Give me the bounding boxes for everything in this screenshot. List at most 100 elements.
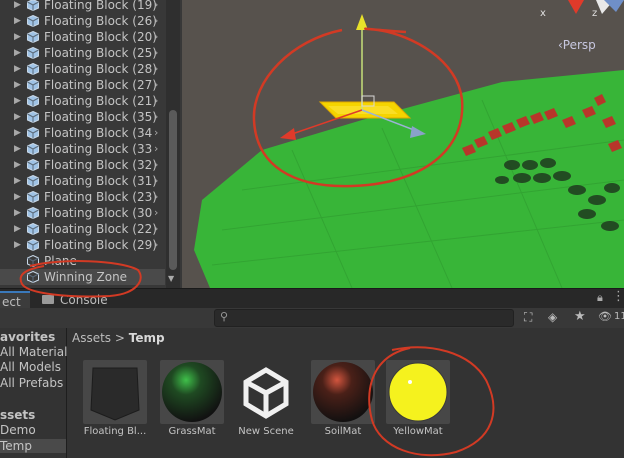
expand-arrow-icon[interactable]: ▶ — [14, 61, 24, 77]
hidden-packages-icon[interactable]: 👁︎ — [598, 310, 612, 323]
favorite-star-icon[interactable]: ★ — [574, 309, 586, 324]
expand-arrow-icon[interactable]: ▶ — [14, 77, 24, 93]
search-input[interactable]: ⚲ — [214, 309, 514, 327]
prefab-open-icon[interactable]: › — [154, 173, 158, 189]
hierarchy-item[interactable]: ▶ Floating Block (31) › — [0, 173, 165, 189]
favorite-all-models[interactable]: All Models — [0, 360, 61, 374]
gameobject-cube-icon — [27, 207, 39, 219]
hierarchy-item[interactable]: ▶ Floating Block (29) › — [0, 237, 165, 253]
gameobject-cube-icon — [27, 111, 39, 123]
expand-arrow-icon[interactable]: ▶ — [14, 205, 24, 221]
favorite-all-prefabs[interactable]: All Prefabs — [0, 376, 63, 390]
search-by-label-icon[interactable]: ◈ — [548, 310, 557, 324]
unity-scene-icon[interactable] — [234, 360, 298, 424]
gameobject-cube-icon — [27, 15, 39, 27]
prefab-open-icon[interactable]: › — [154, 77, 158, 93]
hierarchy-item[interactable]: ▶ Floating Block (27) › — [0, 77, 165, 93]
gameobject-cube-icon — [27, 127, 39, 139]
prefab-open-icon[interactable]: › — [154, 109, 158, 125]
folder-temp[interactable]: Temp — [0, 439, 66, 453]
hierarchy-item[interactable]: ▶ Floating Block (22) › — [0, 221, 165, 237]
hierarchy-item[interactable]: Winning Zone — [0, 269, 165, 285]
breadcrumb-current[interactable]: Temp — [129, 331, 165, 345]
search-icon: ⚲ — [220, 310, 229, 323]
hierarchy-item[interactable]: ▶ Floating Block (26) › — [0, 13, 165, 29]
prefab-open-icon[interactable]: › — [154, 13, 158, 29]
prefab-open-icon[interactable]: › — [154, 157, 158, 173]
hierarchy-item[interactable]: Plane — [0, 253, 165, 269]
hierarchy-item-label: Floating Block (35) — [44, 110, 157, 124]
expand-arrow-icon[interactable]: ▶ — [14, 13, 24, 29]
soil-material-icon[interactable] — [311, 360, 375, 424]
hierarchy-item[interactable]: ▶ Floating Block (19) › — [0, 0, 165, 13]
asset-label-yellowmat: YellowMat — [393, 426, 443, 437]
expand-arrow-icon[interactable]: ▶ — [14, 125, 24, 141]
hierarchy-item[interactable]: ▶ Floating Block (33 › — [0, 141, 165, 157]
breadcrumb-root[interactable]: Assets — [72, 331, 111, 345]
prefab-open-icon[interactable]: › — [154, 125, 158, 141]
hierarchy-item[interactable]: ▶ Floating Block (21) › — [0, 93, 165, 109]
assets-header[interactable]: ssets — [0, 408, 35, 422]
expand-arrow-icon[interactable]: ▶ — [14, 221, 24, 237]
tab-console[interactable]: Console — [36, 291, 130, 309]
folder-demo[interactable]: Demo — [0, 423, 36, 437]
prefab-open-icon[interactable]: › — [154, 189, 158, 205]
project-folder-tree: avorites All Materials All Models All Pr… — [0, 328, 74, 458]
hierarchy-item[interactable]: ▶ Floating Block (32) › — [0, 157, 165, 173]
expand-arrow-icon[interactable]: ▶ — [14, 0, 24, 13]
prefab-open-icon[interactable]: › — [154, 45, 158, 61]
scroll-down-arrow-icon[interactable]: ▼ — [168, 274, 174, 283]
hierarchy-item[interactable]: ▶ Floating Block (34 › — [0, 125, 165, 141]
prefab-open-icon[interactable]: › — [154, 205, 158, 221]
search-by-type-icon[interactable]: ⛶ — [524, 310, 532, 325]
favorite-all-materials[interactable]: All Materials — [0, 345, 74, 359]
axis-x-label: x — [540, 8, 546, 19]
favorites-header[interactable]: avorites — [0, 330, 55, 344]
expand-arrow-icon[interactable]: ▶ — [14, 141, 24, 157]
hierarchy-item-label: Winning Zone — [44, 270, 128, 284]
hierarchy-item[interactable]: ▶ Floating Block (23) › — [0, 189, 165, 205]
hierarchy-item-label: Floating Block (27) — [44, 78, 157, 92]
prefab-open-icon[interactable]: › — [154, 29, 158, 45]
expand-arrow-icon[interactable]: ▶ — [14, 29, 24, 45]
prefab-open-icon[interactable]: › — [154, 221, 158, 237]
prefab-open-icon[interactable]: › — [154, 141, 158, 157]
hierarchy-scrollbar-thumb[interactable] — [169, 110, 177, 270]
hierarchy-item-label: Floating Block (33 — [44, 142, 153, 156]
lock-icon[interactable]: 🔒︎ — [597, 291, 603, 305]
hierarchy-item[interactable]: ▶ Floating Block (30 › — [0, 205, 165, 221]
hierarchy-item-label: Floating Block (29) — [44, 238, 157, 252]
hierarchy-item[interactable]: ▶ Floating Block (35) › — [0, 109, 165, 125]
expand-arrow-icon[interactable]: ▶ — [14, 157, 24, 173]
gameobject-cube-icon — [27, 223, 39, 235]
hierarchy-item-label: Floating Block (26) — [44, 14, 157, 28]
axis-z-label: z — [592, 8, 597, 19]
more-options-icon[interactable]: ⋮ — [612, 289, 624, 304]
expand-arrow-icon[interactable]: ▶ — [14, 109, 24, 125]
breadcrumb: Assets > Temp — [72, 331, 165, 345]
perspective-toggle[interactable]: ‹Persp — [558, 38, 596, 52]
grass-material-icon[interactable] — [160, 360, 224, 424]
expand-arrow-icon[interactable]: ▶ — [14, 237, 24, 253]
gameobject-cube-icon — [27, 143, 39, 155]
hierarchy-item[interactable]: ▶ Floating Block (25) › — [0, 45, 165, 61]
hierarchy-item-label: Floating Block (23) — [44, 190, 157, 204]
expand-arrow-icon[interactable]: ▶ — [14, 189, 24, 205]
expand-arrow-icon[interactable]: ▶ — [14, 173, 24, 189]
prefab-open-icon[interactable]: › — [154, 93, 158, 109]
hierarchy-item-label: Plane — [44, 254, 77, 268]
prefab-open-icon[interactable]: › — [154, 237, 158, 253]
gameobject-cube-icon — [27, 255, 39, 267]
expand-arrow-icon[interactable]: ▶ — [14, 45, 24, 61]
visibility-count: 11 — [614, 311, 624, 322]
prefab-open-icon[interactable]: › — [154, 61, 158, 77]
yellow-material-icon[interactable] — [386, 360, 450, 424]
prefab-open-icon[interactable]: › — [154, 0, 158, 13]
hierarchy-item-label: Floating Block (28) — [44, 62, 157, 76]
hierarchy-item[interactable]: ▶ Floating Block (20) › — [0, 29, 165, 45]
panel-tab-bar: ect Console 🔒︎ ⋮ — [0, 288, 624, 311]
floating-block-prefab-icon[interactable] — [83, 360, 147, 424]
hierarchy-item-label: Floating Block (25) — [44, 46, 157, 60]
expand-arrow-icon[interactable]: ▶ — [14, 93, 24, 109]
hierarchy-item[interactable]: ▶ Floating Block (28) › — [0, 61, 165, 77]
